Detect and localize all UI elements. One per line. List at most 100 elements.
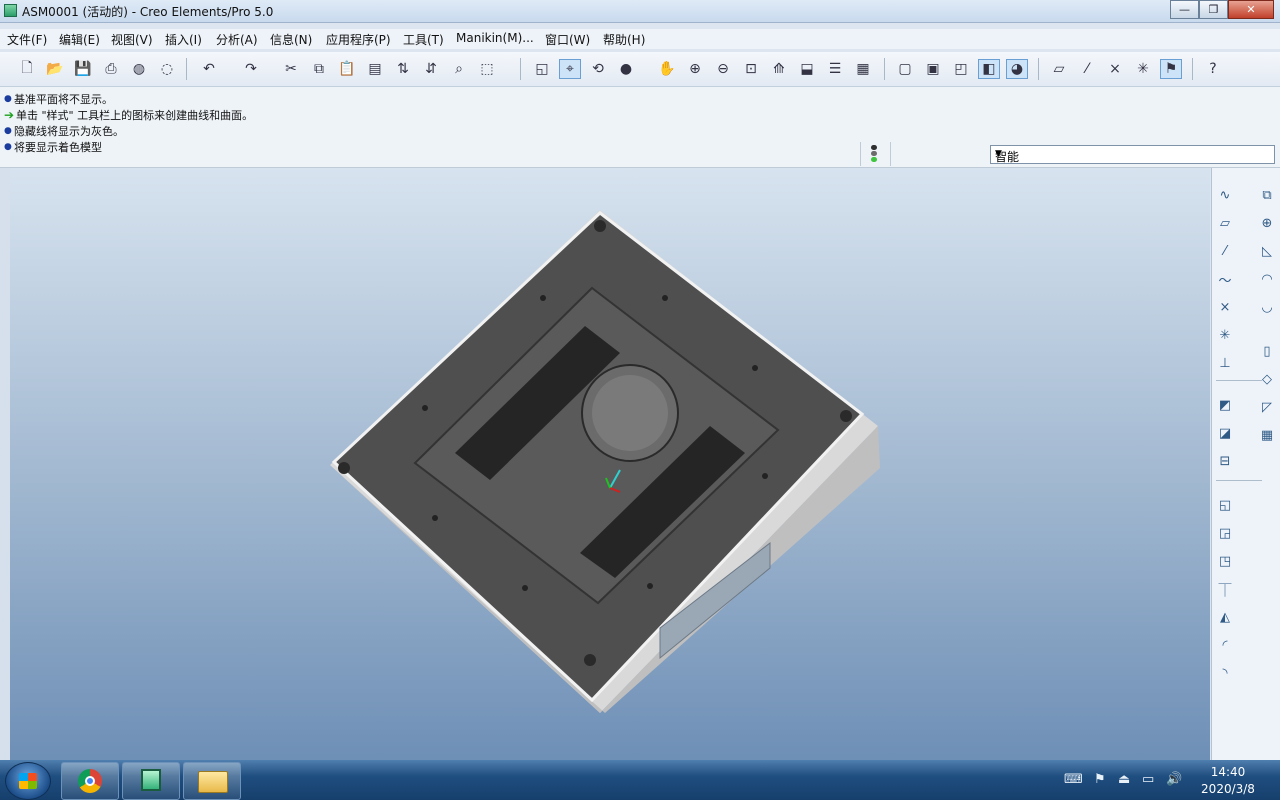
windows-start-icon[interactable] <box>5 762 51 800</box>
close-button[interactable]: ✕ <box>1228 0 1274 19</box>
zoom-in-icon[interactable]: ⊕ <box>684 59 706 79</box>
print-preview-icon[interactable]: ◍ <box>128 59 150 79</box>
menu-file[interactable]: 文件(F) <box>7 31 47 48</box>
skeleton-icon[interactable]: ◡ <box>1256 296 1278 318</box>
saved-views-icon[interactable]: ⬓ <box>796 59 818 79</box>
find-icon[interactable]: ⌕ <box>448 59 470 79</box>
repaint-icon[interactable]: ◱ <box>531 59 553 79</box>
axis-icon[interactable]: ⁄ <box>1214 240 1236 262</box>
new-file-icon[interactable]: 🗋 <box>16 59 38 79</box>
pan-icon[interactable]: ✋ <box>656 59 678 79</box>
orient-mode-icon[interactable]: ⟲ <box>587 59 609 79</box>
save-icon[interactable]: 💾 <box>72 59 94 79</box>
regenerate-manager-icon[interactable]: ⇵ <box>420 59 442 79</box>
menu-manikin[interactable]: Manikin(M)... <box>456 31 534 45</box>
coordinate-system-icon[interactable]: ⊥ <box>1214 352 1236 374</box>
taskbar-creo[interactable] <box>122 762 180 800</box>
maximize-button[interactable]: ❐ <box>1199 0 1228 19</box>
taskbar-explorer[interactable] <box>183 762 241 800</box>
bullet-icon: ● <box>4 94 12 104</box>
menu-edit[interactable]: 编辑(E) <box>59 31 100 48</box>
spin-center-icon[interactable]: ⌖ <box>559 59 581 79</box>
flexible-icon[interactable]: ⊟ <box>1214 450 1236 472</box>
merge-icon[interactable]: ◇ <box>1256 368 1278 390</box>
restructure-icon[interactable]: ◸ <box>1256 396 1278 418</box>
menu-tools[interactable]: 工具(T) <box>403 31 444 48</box>
sheet-metal-icon[interactable]: ◠ <box>1256 268 1278 290</box>
menu-view[interactable]: 视图(V) <box>111 31 153 48</box>
paste-special-icon[interactable]: ▤ <box>364 59 386 79</box>
view-manager-icon[interactable]: ▦ <box>852 59 874 79</box>
menu-help[interactable]: 帮助(H) <box>603 31 645 48</box>
volume-icon[interactable]: 🔊 <box>1166 772 1182 787</box>
undo-icon[interactable]: ↶ <box>198 59 220 79</box>
mirror-icon[interactable]: ◺ <box>1256 240 1278 262</box>
sweep-icon[interactable]: ⏉ <box>1214 578 1236 600</box>
screw <box>338 462 350 474</box>
appearance-icon[interactable]: ● <box>615 59 637 79</box>
bullet-icon: ● <box>4 126 12 136</box>
create-component-icon[interactable]: ⊕ <box>1256 212 1278 234</box>
sketch-icon[interactable]: ∿ <box>1214 184 1236 206</box>
datum-axes-icon[interactable]: ⁄ <box>1076 59 1098 79</box>
copy-icon[interactable]: ⧉ <box>308 59 330 79</box>
title-bar: ASM0001 (活动的) - Creo Elements/Pro 5.0 — … <box>0 0 1280 23</box>
security-icon[interactable]: ⚑ <box>1094 772 1106 787</box>
menu-window[interactable]: 窗口(W) <box>545 31 590 48</box>
disabled-tool-icon: ◭ <box>1220 609 1230 625</box>
email-icon[interactable]: ◌ <box>156 59 178 79</box>
layers-icon[interactable]: ☰ <box>824 59 846 79</box>
minimize-button[interactable]: — <box>1170 0 1199 19</box>
paste-icon[interactable]: 📋 <box>336 59 358 79</box>
print-icon[interactable]: ⎙ <box>100 59 122 79</box>
copy-geometry-icon[interactable]: ◪ <box>1214 422 1236 444</box>
system-clock[interactable]: 14:40 2020/3/8 <box>1198 764 1258 798</box>
coordinate-systems-icon[interactable]: ✳ <box>1132 59 1154 79</box>
network-icon[interactable]: ▭ <box>1142 772 1154 787</box>
graphics-window[interactable] <box>10 168 1210 760</box>
message-text: 基准平面将不显示。 <box>14 93 113 106</box>
menu-analysis[interactable]: 分析(A) <box>216 31 258 48</box>
menu-insert[interactable]: 插入(I) <box>165 31 202 48</box>
menu-applications[interactable]: 应用程序(P) <box>326 31 391 48</box>
taskbar-chrome[interactable] <box>61 762 119 800</box>
cut-out-icon[interactable]: ◱ <box>1214 494 1236 516</box>
zoom-out-icon[interactable]: ⊖ <box>712 59 734 79</box>
analysis-icon[interactable]: ◩ <box>1214 394 1236 416</box>
assembly-model[interactable] <box>10 168 1210 760</box>
wireframe-icon[interactable]: ▢ <box>894 59 916 79</box>
open-icon[interactable]: 📂 <box>44 59 66 79</box>
curve-icon[interactable]: 〜 <box>1214 268 1236 290</box>
datum-points-icon[interactable]: × <box>1104 59 1126 79</box>
draft-icon[interactable]: ◳ <box>1214 550 1236 572</box>
datum-planes-icon[interactable]: ▱ <box>1048 59 1070 79</box>
refit-icon[interactable]: ⊡ <box>740 59 762 79</box>
no-hidden-icon[interactable]: ◰ <box>950 59 972 79</box>
point-offset-icon[interactable]: ✳ <box>1214 324 1236 346</box>
arrow-icon: ➔ <box>4 108 15 122</box>
hidden-line-icon[interactable]: ▣ <box>922 59 944 79</box>
pattern-icon[interactable]: ▯ <box>1256 340 1278 362</box>
menu-bar: 文件(F) 编辑(E) 视图(V) 插入(I) 分析(A) 信息(N) 应用程序… <box>0 29 1280 49</box>
reorient-icon[interactable]: ⟰ <box>768 59 790 79</box>
plane-icon[interactable]: ▱ <box>1214 212 1236 234</box>
message-text: 隐藏线将显示为灰色。 <box>14 125 124 138</box>
redo-icon[interactable]: ↷ <box>240 59 262 79</box>
selection-filter[interactable]: 智能 ▼ <box>990 145 1275 164</box>
menu-info[interactable]: 信息(N) <box>270 31 312 48</box>
regenerate-icon[interactable]: ⇅ <box>392 59 414 79</box>
cut-icon[interactable]: ✂ <box>280 59 302 79</box>
context-help-icon[interactable]: ? <box>1202 59 1224 79</box>
enhanced-realism-icon[interactable]: ◕ <box>1006 59 1028 79</box>
usb-icon[interactable]: ⏏ <box>1118 772 1130 787</box>
clock-time: 14:40 <box>1210 765 1246 779</box>
assemble-icon[interactable]: ⧉ <box>1256 184 1278 206</box>
point-icon[interactable]: × <box>1214 296 1236 318</box>
keyboard-icon[interactable]: ⌨ <box>1064 772 1083 787</box>
shading-icon[interactable]: ◧ <box>978 59 1000 79</box>
select-box-icon[interactable]: ⬚ <box>476 59 498 79</box>
component-interface-icon[interactable]: ▦ <box>1256 424 1278 446</box>
round-icon[interactable]: ◲ <box>1214 522 1236 544</box>
main-toolbar: 🗋 📂 💾 ⎙ ◍ ◌ ↶ ↷ ✂ ⧉ 📋 ▤ ⇅ ⇵ ⌕ ⬚ ◱ ⌖ ⟲ ● … <box>0 52 1280 87</box>
annotations-icon[interactable]: ⚑ <box>1160 59 1182 79</box>
